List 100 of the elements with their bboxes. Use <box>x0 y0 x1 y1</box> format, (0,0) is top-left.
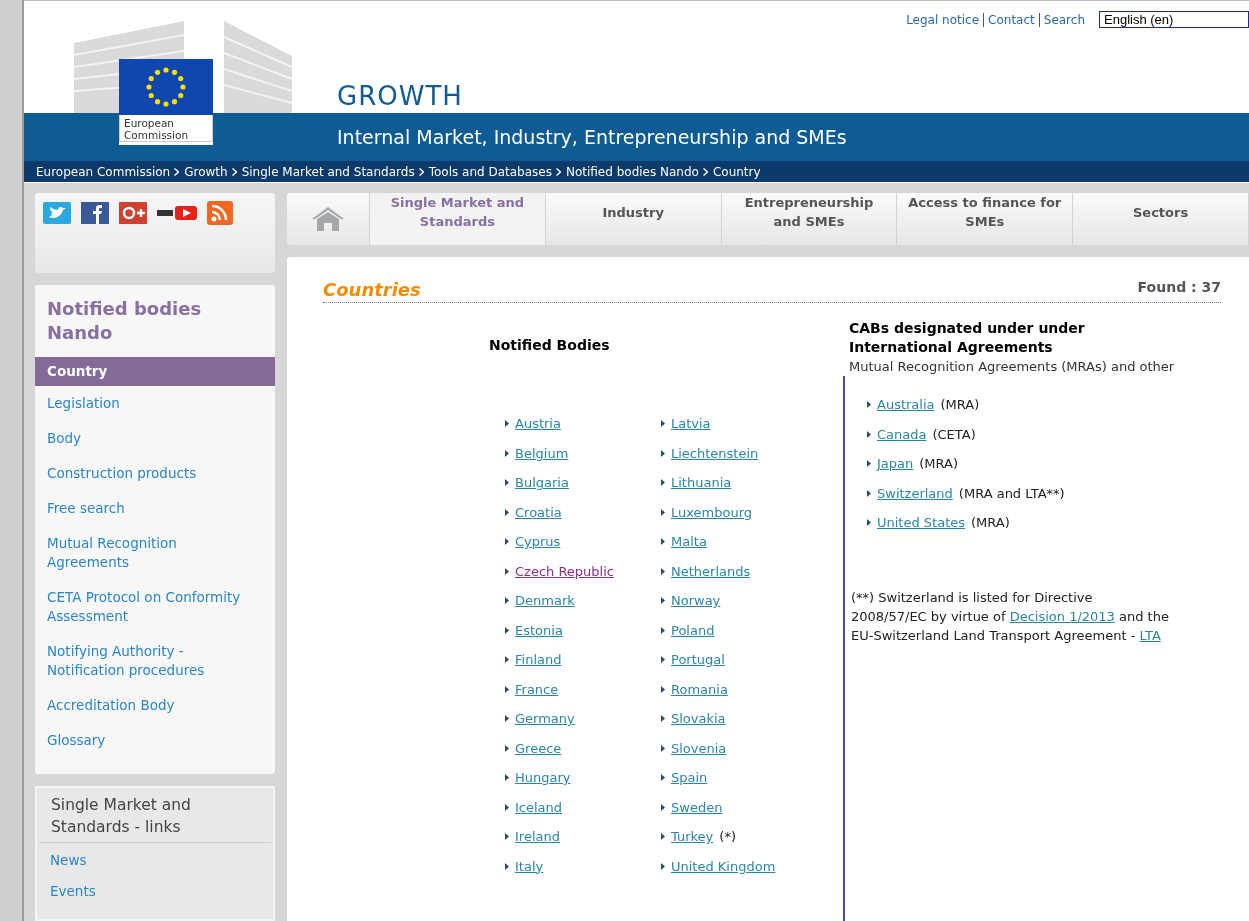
chevron-icon <box>418 167 424 176</box>
bullet-icon <box>867 430 871 438</box>
bullet-icon <box>867 460 871 468</box>
country-link[interactable]: Estonia <box>515 622 563 638</box>
breadcrumb-link[interactable]: Tools and Databases <box>428 164 552 179</box>
footnote-link[interactable]: Decision 1/2013 <box>1009 608 1115 624</box>
country-link[interactable]: Luxembourg <box>671 504 753 520</box>
column-subheading: Mutual Recognition Agreements (MRAs) and other <box>848 358 1176 376</box>
bullet-icon <box>505 567 509 575</box>
language-select[interactable]: English (en) <box>1099 11 1249 28</box>
country-link[interactable]: Switzerland <box>877 485 953 501</box>
country-link[interactable]: Slovenia <box>671 740 727 756</box>
nav-tab[interactable]: Industry <box>545 193 722 245</box>
country-link[interactable]: Canada <box>877 426 927 442</box>
bullet-icon <box>505 833 509 841</box>
country-link[interactable]: Liechtenstein <box>671 445 759 461</box>
country-link[interactable]: Turkey <box>671 829 714 845</box>
google-plus-icon[interactable] <box>119 202 147 224</box>
result-count: Found : 37 <box>1137 279 1221 295</box>
country-link[interactable]: Australia <box>877 397 935 413</box>
country-link[interactable]: Greece <box>515 740 562 756</box>
sidebar-item[interactable]: Accreditation Body <box>35 688 275 723</box>
breadcrumb-link[interactable]: Single Market and Standards <box>241 164 415 179</box>
facebook-icon[interactable] <box>81 202 109 224</box>
country-link[interactable]: Slovakia <box>671 711 726 727</box>
top-link[interactable]: Search <box>1038 12 1085 27</box>
country-link[interactable]: Lithuania <box>671 475 732 491</box>
country-link[interactable]: Spain <box>671 770 708 786</box>
chevron-icon <box>702 167 708 176</box>
bullet-icon <box>505 744 509 752</box>
sidebar-item[interactable]: Notifying Authority - Notification procedures <box>35 634 275 688</box>
country-link[interactable]: Czech Republic <box>515 563 614 579</box>
bird-icon[interactable] <box>43 202 71 224</box>
top-link[interactable]: Legal notice <box>906 12 980 27</box>
eu-logo[interactable]: European Commission <box>119 59 213 145</box>
country-link[interactable]: Japan <box>877 456 914 472</box>
rss-icon[interactable] <box>207 201 233 225</box>
country-link[interactable]: Cyprus <box>515 534 561 550</box>
sidebar-item[interactable]: Construction products <box>35 456 275 491</box>
breadcrumb-link[interactable]: Country <box>712 164 761 179</box>
country-link[interactable]: Norway <box>671 593 721 609</box>
breadcrumb-link[interactable]: European Commission <box>36 164 171 179</box>
sidebar-item[interactable]: Legislation <box>35 386 275 421</box>
sidebar-item[interactable]: Free search <box>35 491 275 526</box>
bullet-icon <box>505 420 509 428</box>
bullet-icon <box>505 479 509 487</box>
country-link[interactable]: Germany <box>515 711 575 727</box>
links-panel-title: Single Market and Standards - links <box>39 788 271 843</box>
footnote-text: (**) Switzerland is listed for Directive 2008/57/EC by virtue of Decision 1/2013 and the EU-Switzerland Land Transport Agreement - LTA <box>851 588 1170 645</box>
nav-tab[interactable]: Entrepreneurship and SMEs <box>721 193 898 245</box>
breadcrumb-link[interactable]: Notified bodies Nando <box>565 164 699 179</box>
links-panel-item[interactable]: Events <box>37 874 273 905</box>
sidebar-item[interactable]: Mutual Recognition Agreements <box>35 526 275 580</box>
country-link[interactable]: Malta <box>671 534 707 550</box>
country-link[interactable]: United States <box>877 515 966 531</box>
country-link[interactable]: United Kingdom <box>671 858 776 874</box>
chevron-icon <box>174 167 180 176</box>
country-link[interactable]: Latvia <box>671 416 711 432</box>
bullet-icon <box>661 567 665 575</box>
bullet-icon <box>867 489 871 497</box>
links-panel-item[interactable]: News <box>37 843 273 874</box>
footnote-link[interactable]: LTA <box>1139 627 1161 643</box>
bullet-icon <box>661 538 665 546</box>
bullet-icon <box>505 862 509 870</box>
country-link[interactable]: Hungary <box>515 770 571 786</box>
sidebar-item[interactable]: Glossary <box>35 723 275 758</box>
country-link[interactable]: Poland <box>671 622 715 638</box>
country-link[interactable]: Romania <box>671 681 728 697</box>
bullet-icon <box>661 774 665 782</box>
chevron-icon <box>555 167 561 176</box>
nav-tab[interactable]: Access to finance for SMEs <box>897 193 1074 245</box>
nav-tab[interactable]: Single Market and Standards <box>370 193 546 245</box>
country-link[interactable]: Denmark <box>515 593 575 609</box>
country-link[interactable]: Ireland <box>515 829 560 845</box>
bullet-icon <box>661 685 665 693</box>
country-link[interactable]: Italy <box>515 858 544 874</box>
sidebar-item[interactable]: CETA Protocol on Conformity Assessment <box>35 580 275 634</box>
country-link[interactable]: Croatia <box>515 504 562 520</box>
sidebar-item[interactable]: Country <box>35 357 275 386</box>
country-link[interactable]: Finland <box>515 652 562 668</box>
country-link[interactable]: Portugal <box>671 652 725 668</box>
sidebar-item[interactable]: Body <box>35 421 275 456</box>
country-link[interactable]: Netherlands <box>671 563 751 579</box>
country-link[interactable]: Belgium <box>515 445 569 461</box>
site-title: GROWTH <box>337 81 463 111</box>
breadcrumb-link[interactable]: Growth <box>184 164 228 179</box>
bullet-icon <box>505 508 509 516</box>
bullet-icon <box>661 479 665 487</box>
country-link[interactable]: Austria <box>515 416 561 432</box>
country-link[interactable]: Bulgaria <box>515 475 569 491</box>
video-icon[interactable] <box>157 204 197 222</box>
nav-tab[interactable]: Sectors <box>1073 193 1249 245</box>
country-link[interactable]: Sweden <box>671 799 723 815</box>
bullet-icon <box>505 685 509 693</box>
agreement-note: (MRA) <box>940 397 980 413</box>
country-link[interactable]: France <box>515 681 559 697</box>
column-heading: CABs designated under under International Agreements <box>848 319 1086 357</box>
country-link[interactable]: Iceland <box>515 799 563 815</box>
bullet-icon <box>661 862 665 870</box>
top-link[interactable]: Contact <box>983 12 1035 27</box>
